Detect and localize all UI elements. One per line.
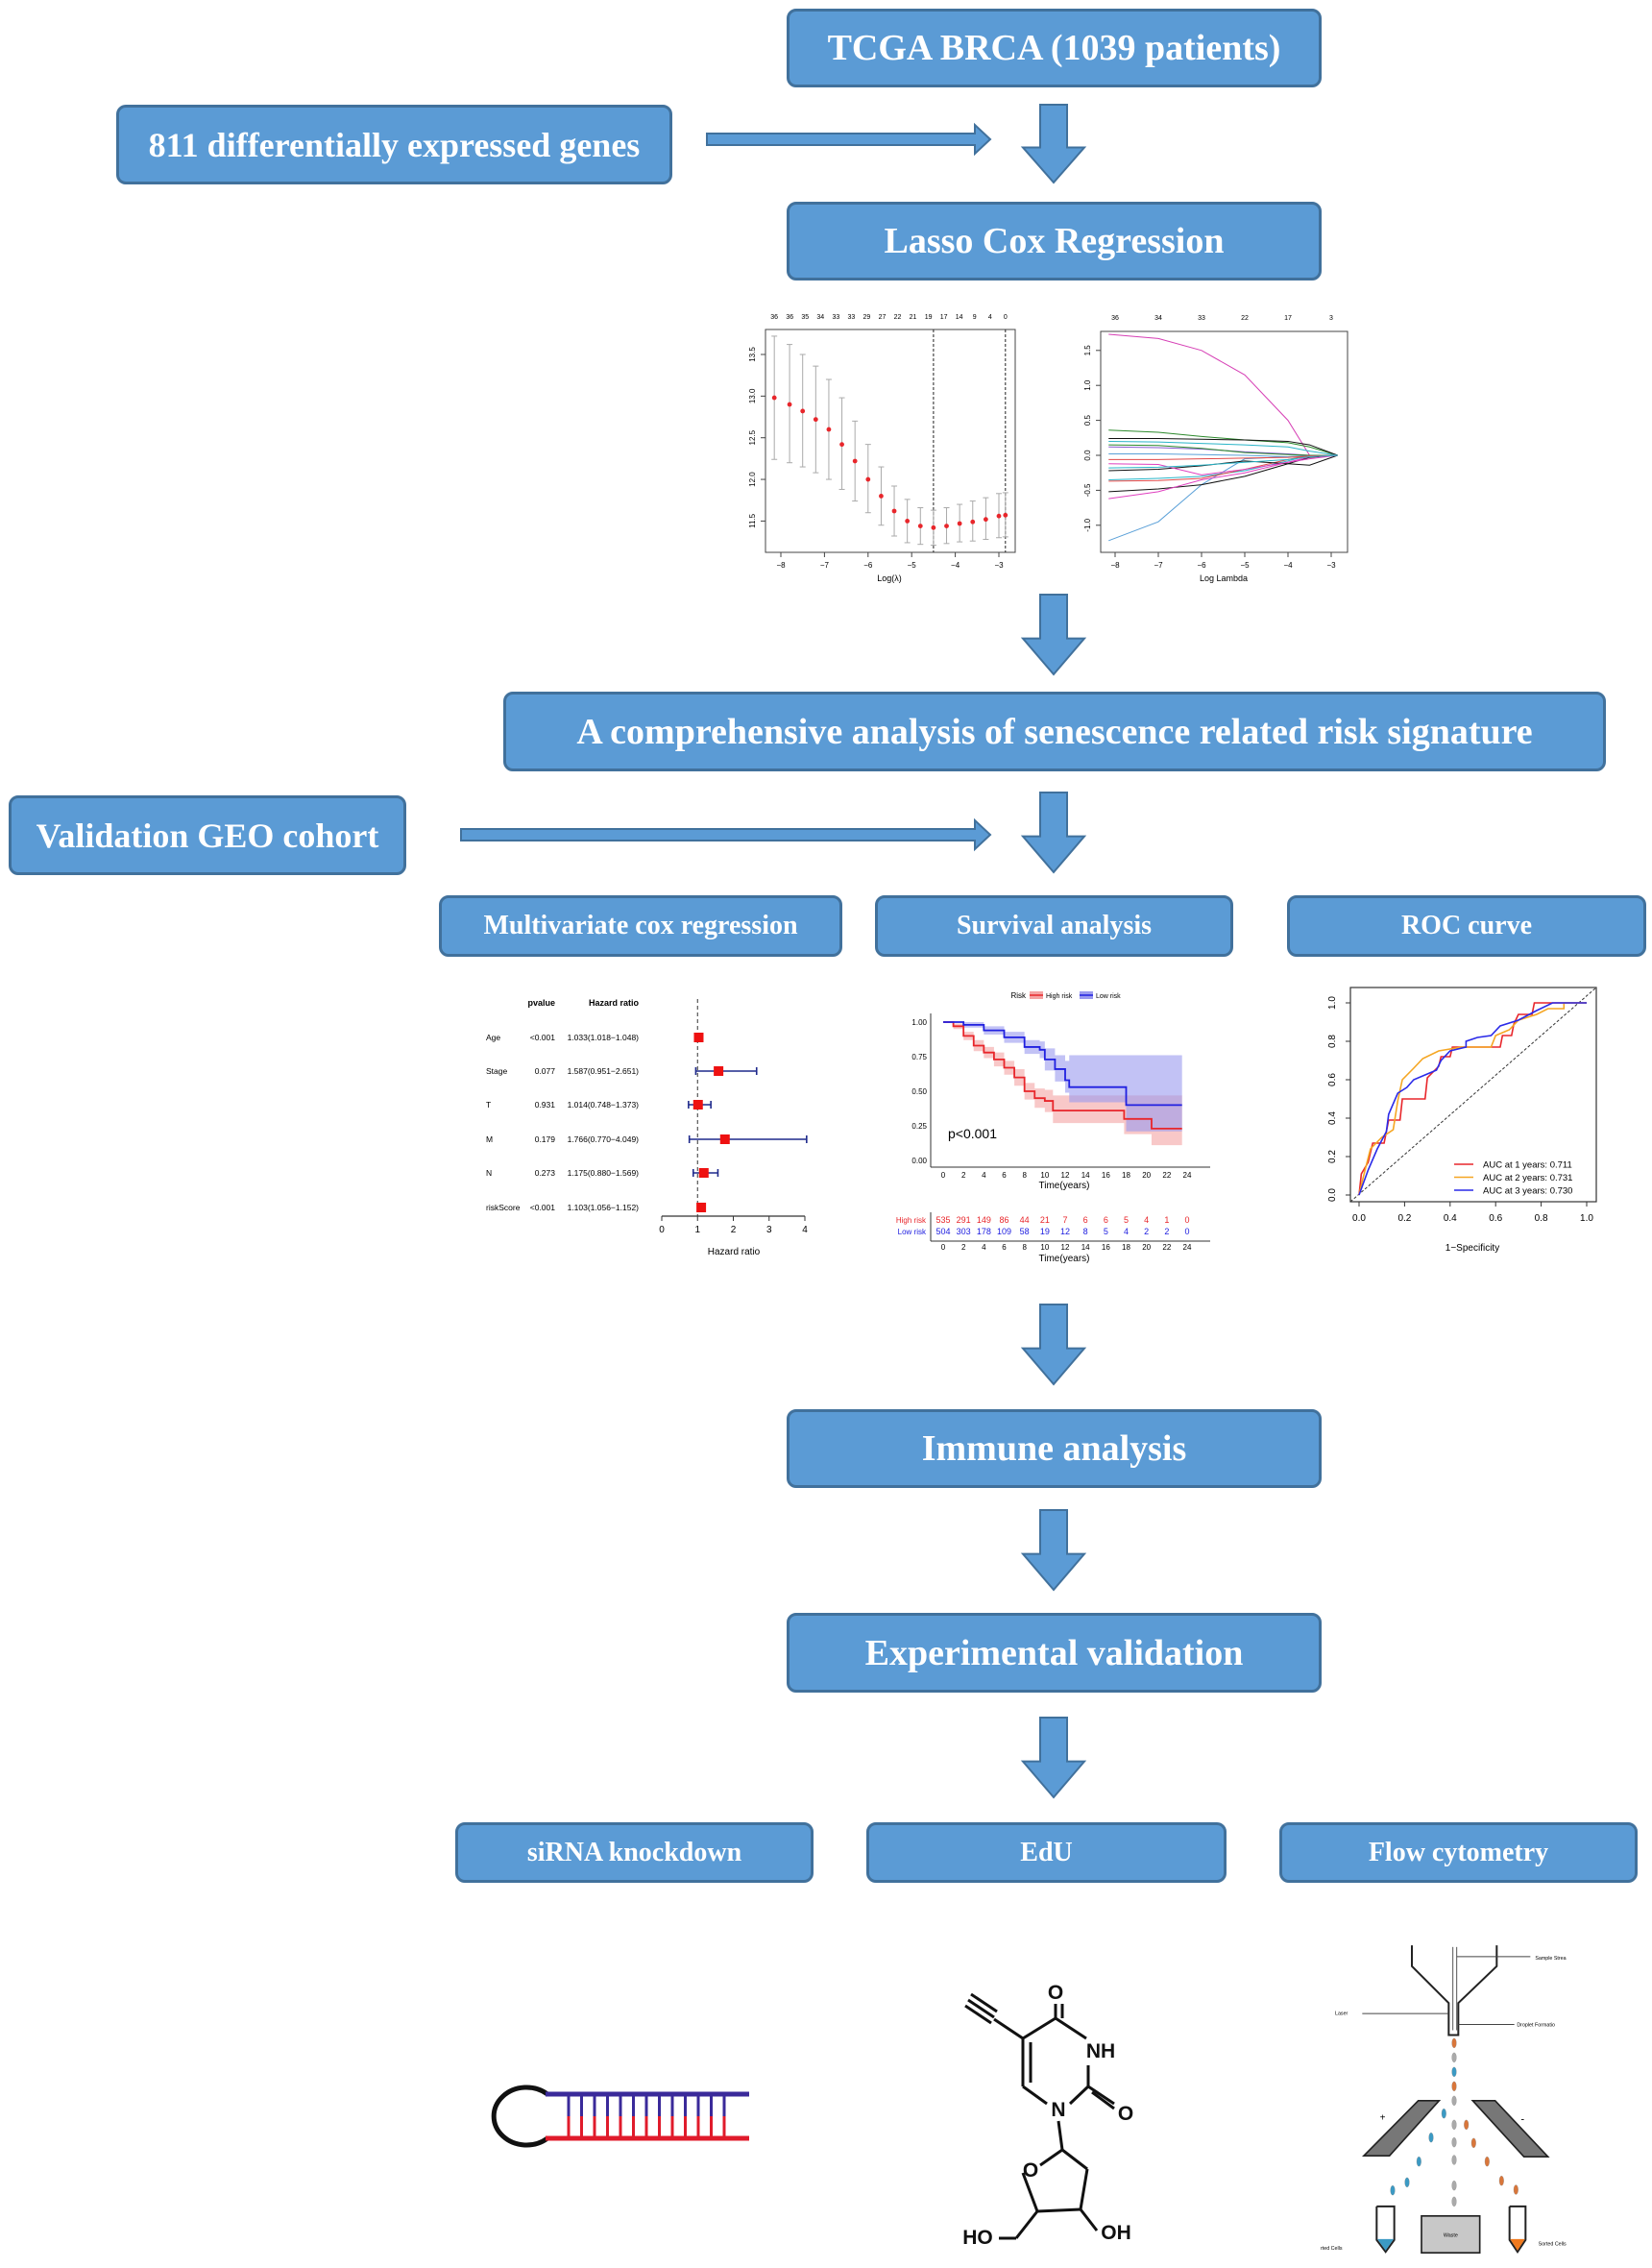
- label-laser: Laser: [1335, 2012, 1348, 2017]
- droplet: [1451, 2052, 1457, 2062]
- droplet-positive: [1470, 2137, 1476, 2148]
- bond: [1079, 2168, 1089, 2210]
- droplet: [1451, 2155, 1457, 2165]
- droplet-positive: [1513, 2184, 1518, 2195]
- droplet: [1451, 2119, 1457, 2130]
- droplet-positive: [1484, 2157, 1490, 2167]
- deflection-plate-positive: [1362, 2100, 1442, 2157]
- wedge-bond: [1057, 2120, 1064, 2151]
- label-sorted-cells-right: Sorted Cells: [1539, 2242, 1567, 2248]
- bond: [1036, 2207, 1081, 2213]
- atom-oh: OH: [1101, 2222, 1131, 2244]
- droplet: [1451, 2081, 1457, 2091]
- label-droplet-formation: Droplet Formatio: [1517, 2023, 1555, 2029]
- label-sorted-cells-left: rted Cells: [1321, 2246, 1343, 2252]
- atom-nh: NH: [1086, 2040, 1115, 2062]
- bond: [993, 2017, 1024, 2040]
- nozzle: [1411, 1945, 1498, 2036]
- droplet-negative: [1441, 2109, 1446, 2119]
- atom-ho: HO: [962, 2227, 993, 2249]
- label-waste: Waste: [1444, 2233, 1458, 2239]
- deflection-plate-negative: [1470, 2100, 1550, 2158]
- droplet: [1451, 2066, 1457, 2077]
- droplet: [1451, 2137, 1457, 2148]
- droplet-positive: [1464, 2119, 1470, 2130]
- atom-o-right: O: [1118, 2103, 1133, 2125]
- bond: [1014, 2210, 1039, 2239]
- droplet: [1451, 2196, 1457, 2207]
- bond: [1055, 2016, 1087, 2040]
- label-plus-plate: +: [1380, 2113, 1386, 2124]
- droplet: [1451, 2095, 1457, 2106]
- bond: [1039, 2148, 1063, 2167]
- label-minus-plate: -: [1520, 2114, 1524, 2126]
- bond: [1068, 2085, 1090, 2106]
- droplet-negative: [1416, 2157, 1421, 2167]
- label-sample-stream: Sample Strea: [1535, 1956, 1566, 1962]
- droplet-negative: [1428, 2133, 1434, 2143]
- flow-cytometry-illustration: Sample Strea Laser Droplet Formatio Waste So…: [1321, 1945, 1567, 2254]
- droplet-negative: [1404, 2177, 1410, 2187]
- bond: [1087, 2085, 1115, 2106]
- edu-chemical-structure: O NH N O O HO OH: [962, 1982, 1133, 2249]
- bond: [1022, 2016, 1057, 2040]
- droplet-negative: [1390, 2185, 1396, 2196]
- atom-o-top: O: [1048, 1982, 1063, 2004]
- hash-bond: [1079, 2208, 1099, 2231]
- bond: [1061, 2148, 1088, 2171]
- droplet-positive: [1498, 2176, 1504, 2186]
- atom-n: N: [1051, 2099, 1065, 2121]
- bond: [1022, 2085, 1048, 2106]
- droplet: [1451, 2037, 1457, 2048]
- droplet: [1451, 2181, 1457, 2191]
